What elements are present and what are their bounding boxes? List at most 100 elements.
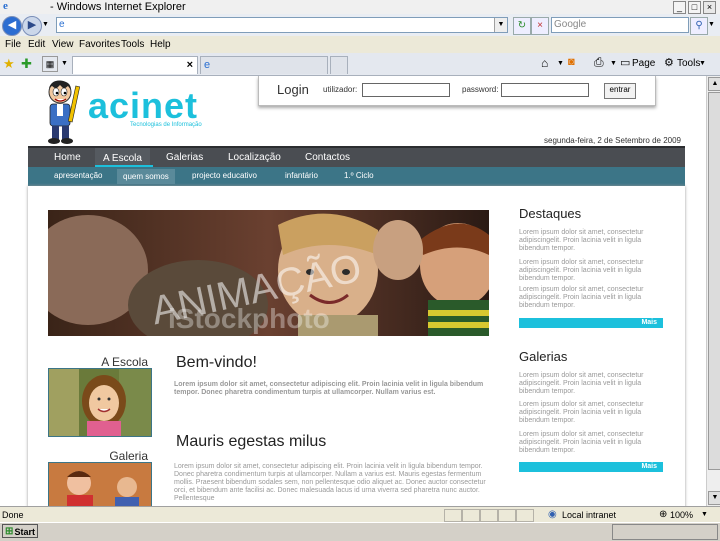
- destaques-more-button[interactable]: Mais: [519, 318, 663, 328]
- nav-home[interactable]: Home: [54, 152, 81, 163]
- menu-view[interactable]: View: [52, 39, 74, 50]
- stop-icon[interactable]: ×: [531, 17, 549, 35]
- nav-galerias[interactable]: Galerias: [166, 152, 203, 163]
- subnav-1-ciclo[interactable]: 1.º Ciclo: [344, 171, 374, 180]
- subnav-projecto-educativo[interactable]: projecto educativo: [192, 171, 257, 180]
- print-icon[interactable]: ⎙: [594, 55, 604, 70]
- escola-thumbnail[interactable]: [48, 368, 152, 437]
- destaques-item-1[interactable]: Lorem ipsum dolor sit amet, consectetur …: [519, 229, 665, 253]
- destaques-item-2[interactable]: Lorem ipsum dolor sit amet, consectetur …: [519, 259, 665, 283]
- home-icon[interactable]: ⌂: [541, 56, 548, 70]
- mascot-logo-icon: [48, 80, 81, 144]
- tools-menu[interactable]: Tools: [677, 58, 700, 69]
- menu-favorites[interactable]: Favorites: [79, 39, 120, 50]
- page-menu[interactable]: Page: [632, 58, 655, 69]
- tab-active[interactable]: ×: [72, 56, 198, 74]
- address-input[interactable]: e ▼: [56, 17, 508, 33]
- start-button[interactable]: ⊞ Start: [2, 524, 38, 538]
- search-input[interactable]: Google: [551, 17, 689, 33]
- galerias-item-2[interactable]: Lorem ipsum dolor sit amet, consectetur …: [519, 401, 665, 425]
- scroll-thumb[interactable]: [708, 92, 720, 470]
- status-cell: [498, 509, 516, 522]
- status-text: Done: [2, 510, 24, 520]
- section-title: Mauris egestas milus: [176, 433, 327, 450]
- start-label: Start: [14, 527, 35, 537]
- close-window-button[interactable]: ×: [703, 1, 716, 14]
- galerias-item-1[interactable]: Lorem ipsum dolor sit amet, consectetur …: [519, 372, 665, 396]
- zoom-dropdown-icon[interactable]: ▼: [701, 511, 708, 518]
- destaques-item-3[interactable]: Lorem ipsum dolor sit amet, consectetur …: [519, 286, 665, 310]
- refresh-icon[interactable]: ↻: [513, 17, 531, 35]
- menu-edit[interactable]: Edit: [28, 39, 45, 50]
- menu-help[interactable]: Help: [150, 39, 171, 50]
- maximize-button[interactable]: □: [688, 1, 701, 14]
- scroll-up-icon[interactable]: ▲: [708, 77, 720, 91]
- galerias-item-3[interactable]: Lorem ipsum dolor sit amet, consectetur …: [519, 431, 665, 455]
- feeds-icon[interactable]: ◙: [568, 56, 575, 68]
- status-cell: [516, 509, 534, 522]
- nav-localizacao[interactable]: Localização: [228, 152, 281, 163]
- tab-second[interactable]: e: [200, 56, 328, 74]
- current-date: segunda-feira, 2 de Setembro de 2009: [544, 136, 681, 145]
- add-favorite-icon[interactable]: ✚: [21, 56, 32, 72]
- login-button[interactable]: entrar: [604, 83, 636, 99]
- quick-tabs-icon[interactable]: ▦: [42, 56, 58, 72]
- zoom-icon[interactable]: ⊕: [659, 509, 667, 520]
- welcome-text: Lorem ipsum dolor sit amet, consectetur …: [174, 381, 484, 396]
- intranet-globe-icon: ◉: [548, 509, 557, 520]
- forward-button[interactable]: ▶: [22, 16, 42, 36]
- galerias-title: Galerias: [519, 349, 568, 364]
- password-input[interactable]: [501, 83, 589, 97]
- page-icon[interactable]: ▭: [620, 56, 630, 69]
- window-title-bar: e - Windows Internet Explorer _ □ ×: [0, 0, 720, 15]
- window-title: - Windows Internet Explorer: [50, 1, 186, 13]
- back-button[interactable]: ◀: [2, 16, 22, 36]
- home-dropdown-icon[interactable]: ▼: [557, 60, 564, 67]
- user-input[interactable]: [362, 83, 450, 97]
- status-cell: [444, 509, 462, 522]
- destaques-title: Destaques: [519, 206, 582, 221]
- taskbar: ⊞ Start: [0, 522, 720, 541]
- system-tray: [612, 524, 718, 540]
- vertical-scrollbar[interactable]: ▲ ▼: [706, 76, 720, 506]
- scroll-down-icon[interactable]: ▼: [708, 491, 720, 505]
- section-text: Lorem ipsum dolor sit amet, consectetur …: [174, 463, 486, 502]
- search-options-icon[interactable]: ▼: [708, 21, 715, 28]
- escola-heading: A Escola: [101, 355, 148, 369]
- windows-logo-icon: ⊞: [5, 526, 14, 537]
- new-tab-button[interactable]: [330, 56, 348, 74]
- kids-photo: [49, 463, 151, 506]
- close-tab-icon[interactable]: ×: [187, 59, 193, 71]
- tab-list-dropdown-icon[interactable]: ▼: [61, 60, 68, 67]
- girl-photo: [49, 369, 151, 436]
- login-title: Login: [277, 82, 309, 97]
- stock-watermark: iStockphoto: [168, 303, 330, 334]
- minimize-button[interactable]: _: [673, 1, 686, 14]
- print-dropdown-icon[interactable]: ▼: [610, 60, 617, 67]
- subnav-infantario[interactable]: infantário: [285, 171, 318, 180]
- subnav-apresentacao[interactable]: apresentação: [54, 171, 102, 180]
- ie-logo-icon: e: [3, 0, 8, 12]
- favorites-star-icon[interactable]: ★: [3, 56, 15, 72]
- site-logo[interactable]: acinet: [88, 88, 198, 124]
- tools-gear-icon[interactable]: ⚙: [664, 56, 674, 69]
- tools-dropdown-icon[interactable]: ▼: [699, 60, 706, 67]
- subnav-quem-somos[interactable]: quem somos: [117, 169, 175, 184]
- page-viewport: acinet Tecnologias de Informação Login u…: [0, 76, 706, 506]
- ie-tab-icon: e: [204, 59, 211, 71]
- address-dropdown-icon[interactable]: ▼: [494, 18, 507, 32]
- tab-row: ★ ✚ ▦ ▼ × e ⌂ ▼ ◙ ⎙ ▼ ▭ Page ⚙ Tools ▼: [0, 53, 720, 76]
- menu-file[interactable]: File: [5, 39, 21, 50]
- search-icon[interactable]: ⚲: [690, 17, 708, 35]
- zoom-level[interactable]: 100%: [670, 510, 693, 520]
- sub-nav: apresentação quem somos projecto educati…: [28, 167, 685, 186]
- nav-contactos[interactable]: Contactos: [305, 152, 350, 163]
- menu-bar: File Edit View Favorites Tools Help: [0, 36, 720, 54]
- menu-tools[interactable]: Tools: [121, 39, 144, 50]
- galeria-heading: Galeria: [109, 449, 148, 463]
- galerias-more-button[interactable]: Mais: [519, 462, 663, 472]
- login-panel: Login utilizador: password: entrar: [258, 76, 656, 106]
- galeria-thumbnail[interactable]: [48, 462, 152, 506]
- status-cell: [480, 509, 498, 522]
- history-dropdown-icon[interactable]: ▼: [42, 21, 49, 28]
